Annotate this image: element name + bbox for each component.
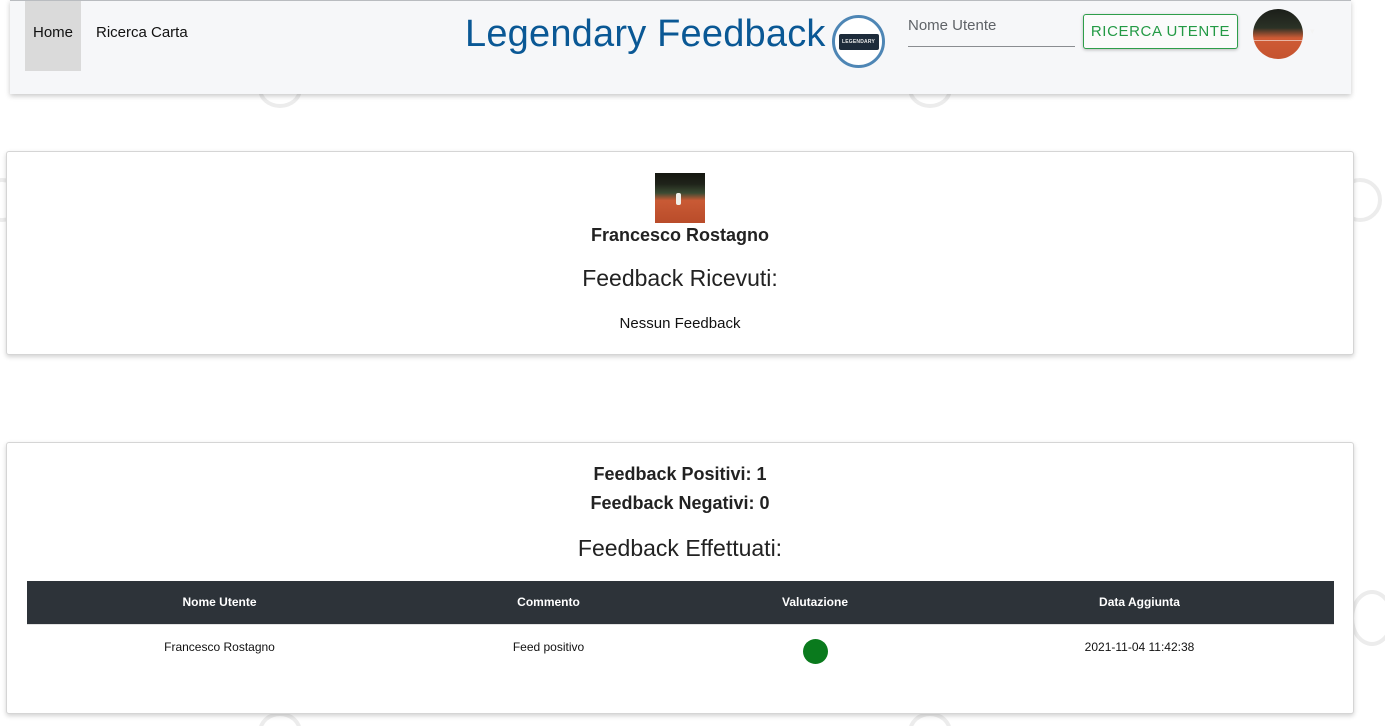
column-header-date: Data Aggiunta bbox=[945, 581, 1334, 624]
brand-logo-badge: LEGENDARY bbox=[838, 33, 879, 50]
nav-ricerca-carta-link[interactable]: Ricerca Carta bbox=[88, 1, 196, 71]
cell-user: Francesco Rostagno bbox=[27, 623, 412, 670]
search-user-input[interactable] bbox=[908, 13, 1075, 47]
positive-rating-dot-icon bbox=[802, 638, 828, 664]
avatar-court-line bbox=[1253, 40, 1303, 41]
table-header-row: Nome Utente Commento Valutazione Data Ag… bbox=[27, 581, 1334, 624]
search-user-button[interactable]: RICERCA UTENTE bbox=[1083, 14, 1238, 49]
column-header-user: Nome Utente bbox=[27, 581, 412, 624]
column-header-rating: Valutazione bbox=[685, 581, 945, 624]
cell-comment: Feed positivo bbox=[412, 623, 685, 670]
no-feedback-text: Nessun Feedback bbox=[619, 315, 741, 332]
profile-picture bbox=[655, 173, 705, 223]
profile-card: Francesco Rostagno Feedback Ricevuti: Ne… bbox=[6, 151, 1354, 355]
received-feedback-title: Feedback Ricevuti: bbox=[582, 265, 778, 291]
cell-date: 2021-11-04 11:42:38 bbox=[945, 623, 1334, 670]
top-navbar: Home Ricerca Carta Legendary Feedback LE… bbox=[10, 0, 1351, 94]
given-feedback-title: Feedback Effettuati: bbox=[577, 535, 783, 561]
chevron-down-icon[interactable]: ▾ bbox=[1310, 26, 1315, 37]
negative-feedback-count: Feedback Negativi: 0 bbox=[590, 493, 770, 513]
background-ring-icon bbox=[908, 712, 952, 726]
positive-feedback-count: Feedback Positivi: 1 bbox=[593, 464, 767, 484]
profile-name: Francesco Rostagno bbox=[590, 225, 770, 245]
feedback-table: Nome Utente Commento Valutazione Data Ag… bbox=[27, 581, 1334, 670]
brand-logo-text: LEGENDARY bbox=[841, 38, 875, 45]
user-avatar[interactable] bbox=[1253, 9, 1303, 59]
brand-title[interactable]: Legendary Feedback bbox=[465, 13, 826, 56]
background-ring-icon bbox=[258, 712, 302, 726]
nav-home-link[interactable]: Home bbox=[25, 1, 81, 71]
given-feedback-card: Feedback Positivi: 1 Feedback Negativi: … bbox=[6, 442, 1354, 714]
background-ring-icon bbox=[1350, 590, 1385, 646]
profile-picture-figure bbox=[676, 193, 681, 205]
cell-rating bbox=[685, 623, 945, 670]
brand-logo[interactable]: LEGENDARY bbox=[832, 15, 885, 68]
table-row: Francesco Rostagno Feed positivo 2021-11… bbox=[27, 623, 1334, 670]
column-header-comment: Commento bbox=[412, 581, 685, 624]
